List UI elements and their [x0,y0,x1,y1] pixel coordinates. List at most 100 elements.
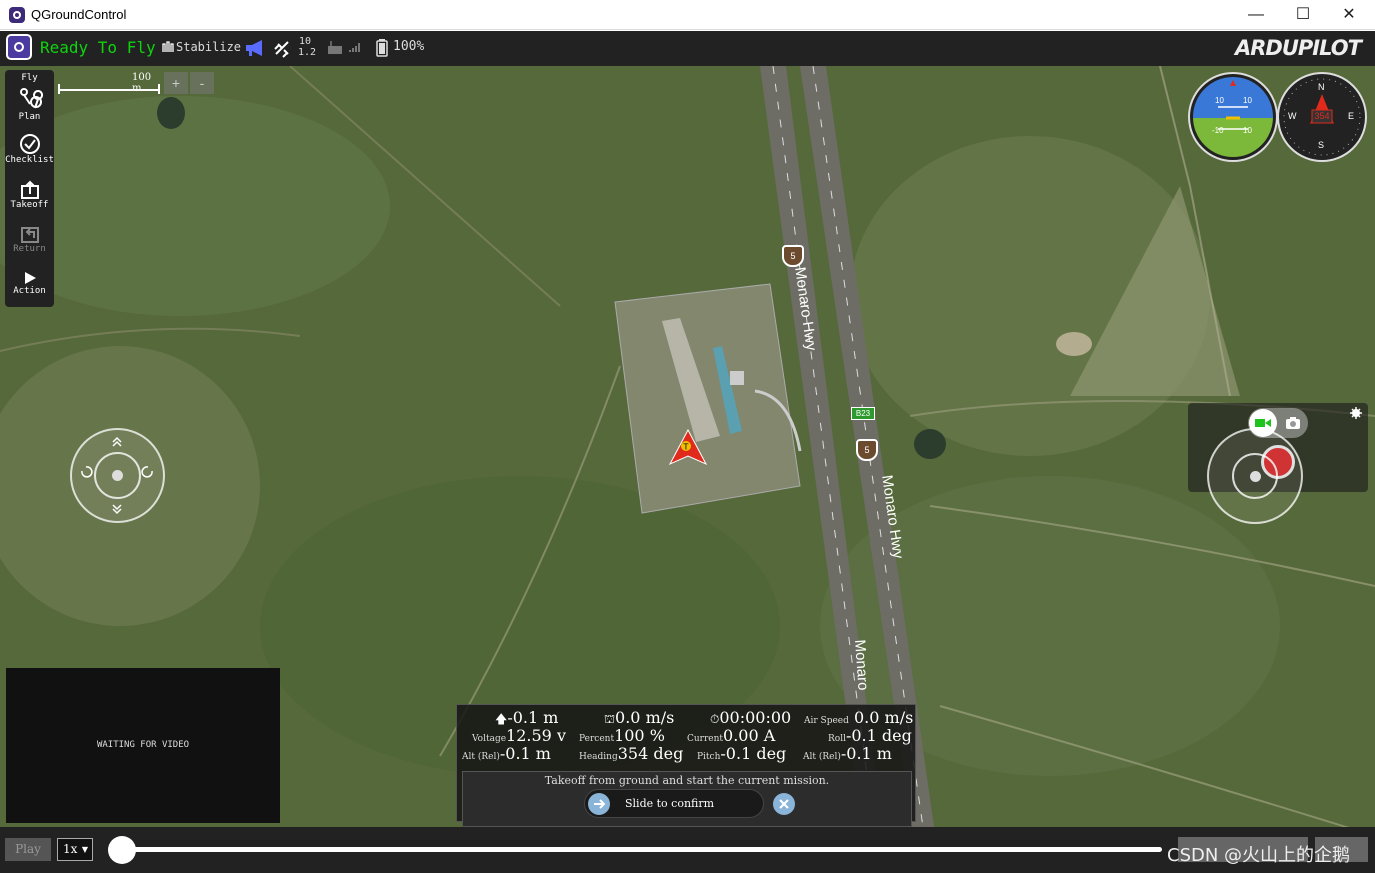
video-camera-icon [1255,419,1271,427]
video-waiting-text: WAITING FOR VIDEO [96,740,190,750]
rc-signal-icon[interactable] [349,42,363,52]
alt-text: -0.1 m [507,708,559,727]
current-value: Current0.00 A [687,726,775,745]
gps-satellite-icon[interactable] [273,39,293,59]
photo-camera-icon[interactable] [1285,416,1301,430]
playback-track[interactable] [122,847,1162,852]
minimize-button[interactable]: — [1233,0,1279,30]
ground-speed-icon: ⛫ [604,712,616,726]
value-label: Percent [579,734,615,744]
toolstrip-takeoff[interactable]: Takeoff [5,180,54,210]
right-joystick-knob[interactable] [1250,471,1261,482]
value-label: Roll [828,734,846,744]
joystick-arrows-icon [81,436,153,515]
airspeed-value: Air Speed 0.0 m/s [804,708,913,727]
playback-bar: Play 1x ▼ CSDN @火山上的企鹅 [0,827,1375,873]
arrow-right-icon [594,799,606,809]
rc-transmitter-icon[interactable] [327,41,343,55]
vehicle-icon[interactable]: T [668,428,708,466]
takeoff-icon [20,180,39,199]
return-icon [20,227,39,243]
airspeed-text: 0.0 m/s [853,708,914,727]
current-text: 0.00 A [723,726,776,745]
cancel-guided-button[interactable] [773,793,795,815]
csdn-watermark: CSDN @火山上的企鹅 [1167,845,1351,866]
speed-value: 1x [63,842,78,856]
checklist-icon [19,134,40,154]
guided-action-confirm: Takeoff from ground and start the curren… [462,771,912,827]
percent-text: 100 % [614,726,665,745]
value-label: Current [687,734,724,744]
compass-south: S [1318,140,1325,150]
value-label: Voltage [472,734,507,744]
toolstrip-checklist[interactable]: Checklist [5,133,54,165]
flight-instruments [1188,72,1367,162]
guided-message: Takeoff from ground and start the curren… [544,774,830,787]
compass-west: W [1288,111,1297,121]
close-button[interactable]: ✕ [1326,0,1372,30]
slide-to-confirm[interactable]: Slide to confirm [584,789,764,818]
toolstrip-label: Checklist [5,155,54,165]
alt-rel-value: Alt (Rel)-0.1 m [462,744,551,763]
value-label: Air Speed [804,716,849,726]
roll-value: Roll-0.1 deg [828,726,912,745]
attitude-pitch-label: 10 [1215,96,1224,105]
compass-east: E [1348,111,1355,121]
attitude-pitch-label: -10 [1212,126,1224,135]
slide-handle[interactable] [588,793,610,815]
roll-text: -0.1 deg [845,726,912,745]
playback-slider-knob[interactable] [108,836,136,864]
battery-icon[interactable] [376,39,388,57]
left-virtual-joystick[interactable] [70,428,165,523]
value-label: Alt (Rel) [803,752,841,762]
slide-label: Slide to confirm [625,797,715,810]
gspeed-text: 0.0 m/s [615,708,675,727]
instrument-panel: 10 10 -10 10 N S E W 354 [1188,72,1368,162]
speed-select[interactable]: 1x ▼ [57,838,93,861]
main-toolbar: Ready To Fly Stabilize 10 1.2 100% ARDUP… [0,31,1375,66]
chevron-down-icon: ▼ [81,845,88,854]
pitch-text: -0.1 deg [720,744,787,763]
route-shield: 5 [782,245,804,267]
telemetry-values[interactable]: 🡅-0.1 m ⛫0.0 m/s ⏱00:00:00 Air Speed 0.0… [456,704,916,827]
voltage-text: 12.59 v [506,726,566,745]
flight-mode[interactable]: Stabilize [176,40,241,54]
qgc-app-icon [9,7,25,23]
gear-icon[interactable] [1350,407,1362,419]
toolstrip-label: Fly [21,73,38,83]
voltage-value: Voltage12.59 v [472,726,566,745]
action-icon [24,272,36,284]
plan-icon [19,88,43,109]
heading-text: 354 deg [617,744,684,763]
toolstrip-plan[interactable]: Plan [5,86,54,122]
toolstrip-fly[interactable]: Fly [5,73,54,83]
altrel-text: -0.1 m [499,744,551,763]
megaphone-icon[interactable] [244,39,266,57]
flight-time-value: ⏱00:00:00 [710,708,791,727]
right-virtual-joystick[interactable] [1207,428,1303,524]
video-panel[interactable]: WAITING FOR VIDEO [6,668,280,823]
toolstrip-label: Action [13,286,46,296]
zoom-out-button[interactable]: - [190,72,214,94]
zoom-in-button[interactable]: + [164,72,188,94]
toolstrip-label: Plan [18,112,41,122]
route-shield: 5 [856,439,878,461]
qgc-menu-icon[interactable] [6,34,32,60]
pitch-value: Pitch-0.1 deg [697,744,786,763]
timer-icon: ⏱ [710,712,720,726]
flight-mode-icon [162,41,174,52]
altitude-up-icon: 🡅 [495,712,508,726]
compass-north: N [1318,82,1325,92]
window-titlebar: QGroundControl — ☐ ✕ [0,0,1375,30]
heading-value: Heading354 deg [579,744,683,763]
value-label: Pitch [697,752,721,762]
close-icon [779,799,789,809]
map-scale: 100 m [58,72,160,94]
toolstrip-return[interactable]: Return [5,224,54,254]
toolstrip-action[interactable]: Action [5,270,54,296]
svg-text:T: T [683,443,689,452]
vehicle-status[interactable]: Ready To Fly [40,38,156,57]
play-button[interactable]: Play [5,838,51,861]
maximize-button[interactable]: ☐ [1280,0,1326,30]
route-shield-b23: B23 [851,407,875,420]
